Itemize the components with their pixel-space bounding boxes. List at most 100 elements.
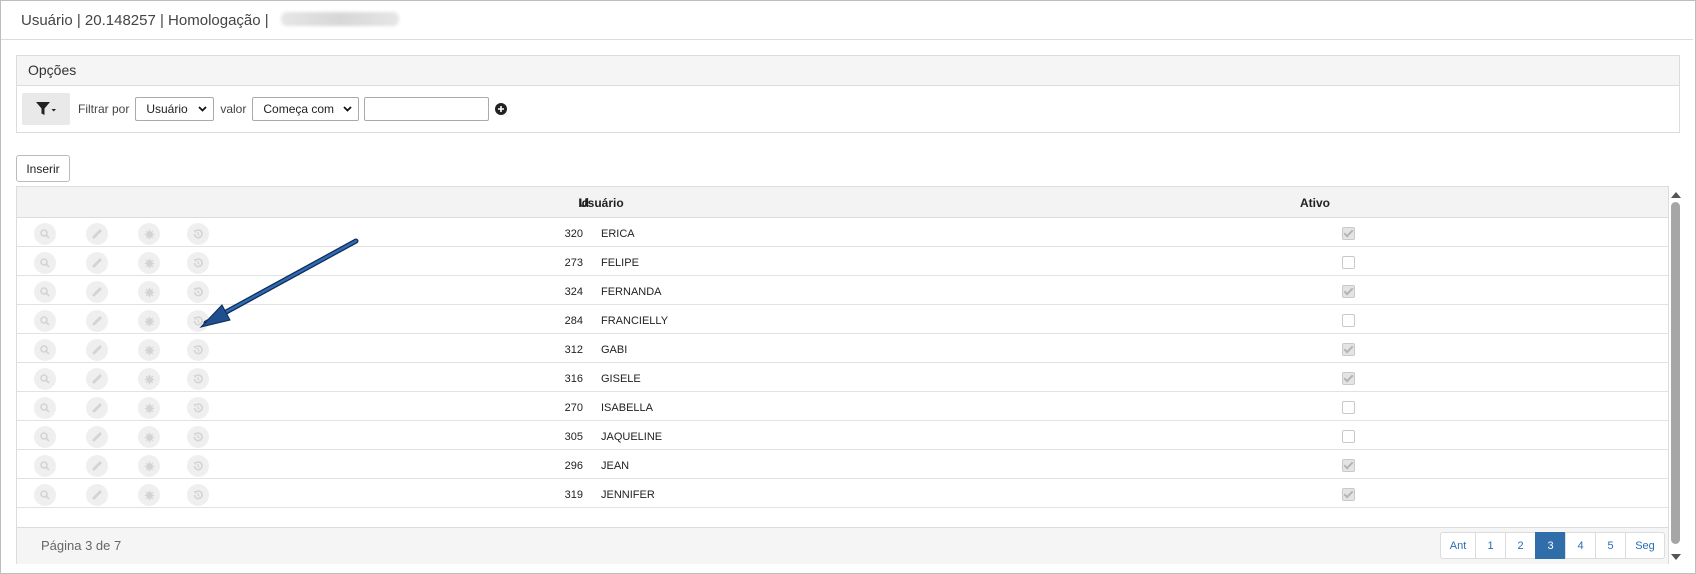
edit-icon <box>92 345 102 355</box>
history-button[interactable] <box>187 426 209 448</box>
edit-button[interactable] <box>86 252 108 274</box>
table-row[interactable]: 312 GABI <box>17 334 1668 363</box>
view-button[interactable] <box>34 397 56 419</box>
scroll-down-arrow[interactable] <box>1671 554 1681 560</box>
view-button[interactable] <box>34 339 56 361</box>
chevron-down-icon <box>343 106 352 112</box>
settings-button[interactable] <box>138 397 160 419</box>
table-row[interactable]: 273 FELIPE <box>17 247 1668 276</box>
edit-button[interactable] <box>86 455 108 477</box>
edit-button[interactable] <box>86 368 108 390</box>
edit-button[interactable] <box>86 339 108 361</box>
cell-id: 319 <box>564 489 583 501</box>
cell-id: 312 <box>564 344 583 356</box>
settings-button[interactable] <box>138 310 160 332</box>
view-button[interactable] <box>34 426 56 448</box>
active-checkbox[interactable] <box>1342 430 1355 443</box>
settings-button[interactable] <box>138 368 160 390</box>
pagination-prev[interactable]: Ant <box>1440 532 1476 559</box>
active-checkbox[interactable] <box>1342 343 1355 356</box>
search-icon <box>40 316 50 326</box>
edit-button[interactable] <box>86 397 108 419</box>
history-button[interactable] <box>187 397 209 419</box>
gear-icon <box>144 432 155 443</box>
history-button[interactable] <box>187 339 209 361</box>
column-header-active[interactable]: Ativo <box>1300 196 1330 210</box>
table-row[interactable]: 316 GISELE <box>17 363 1668 392</box>
history-button[interactable] <box>187 368 209 390</box>
settings-button[interactable] <box>138 455 160 477</box>
edit-button[interactable] <box>86 310 108 332</box>
gear-icon <box>144 461 155 472</box>
filter-value-input[interactable] <box>364 97 490 121</box>
filter-field-select[interactable]: Usuário <box>135 97 215 121</box>
plus-circle-icon <box>495 103 508 115</box>
history-button[interactable] <box>187 484 209 506</box>
pagination-page[interactable]: 4 <box>1565 532 1596 559</box>
settings-button[interactable] <box>138 252 160 274</box>
pagination-next[interactable]: Seg <box>1625 532 1665 559</box>
filter-condition-select[interactable]: Começa com <box>252 97 360 121</box>
active-checkbox[interactable] <box>1342 227 1355 240</box>
active-checkbox[interactable] <box>1342 314 1355 327</box>
active-checkbox[interactable] <box>1342 372 1355 385</box>
view-button[interactable] <box>34 368 56 390</box>
view-button[interactable] <box>34 310 56 332</box>
active-checkbox[interactable] <box>1342 401 1355 414</box>
history-icon <box>192 460 204 472</box>
view-button[interactable] <box>34 223 56 245</box>
settings-button[interactable] <box>138 223 160 245</box>
scroll-up-arrow[interactable] <box>1671 192 1681 198</box>
active-checkbox[interactable] <box>1342 256 1355 269</box>
active-checkbox[interactable] <box>1342 285 1355 298</box>
view-button[interactable] <box>34 252 56 274</box>
edit-button[interactable] <box>86 426 108 448</box>
history-button[interactable] <box>187 310 209 332</box>
pagination-page[interactable]: 5 <box>1595 532 1626 559</box>
table-row[interactable]: 319 JENNIFER <box>17 479 1668 508</box>
add-filter-button[interactable] <box>495 103 508 115</box>
edit-icon <box>92 229 102 239</box>
table-row[interactable]: 320 ERICA <box>17 218 1668 247</box>
history-button[interactable] <box>187 455 209 477</box>
pagination-page[interactable]: 1 <box>1475 532 1506 559</box>
edit-button[interactable] <box>86 484 108 506</box>
history-button[interactable] <box>187 252 209 274</box>
edit-button[interactable] <box>86 223 108 245</box>
table-row[interactable]: 296 JEAN <box>17 450 1668 479</box>
active-checkbox[interactable] <box>1342 459 1355 472</box>
table-row[interactable]: 305 JAQUELINE <box>17 421 1668 450</box>
pagination-page[interactable]: 2 <box>1505 532 1536 559</box>
cell-user: GABI <box>601 344 628 356</box>
pagination-page-current[interactable]: 3 <box>1535 532 1566 559</box>
insert-button[interactable]: Inserir <box>16 155 70 182</box>
cell-user: JEAN <box>601 460 630 472</box>
settings-button[interactable] <box>138 339 160 361</box>
settings-button[interactable] <box>138 484 160 506</box>
history-button[interactable] <box>187 281 209 303</box>
vertical-scrollbar[interactable] <box>1669 186 1683 564</box>
active-checkbox[interactable] <box>1342 488 1355 501</box>
search-icon <box>40 374 50 384</box>
settings-button[interactable] <box>138 426 160 448</box>
view-button[interactable] <box>34 484 56 506</box>
scroll-thumb[interactable] <box>1671 202 1680 544</box>
settings-button[interactable] <box>138 281 160 303</box>
filter-dropdown-button[interactable] <box>22 93 70 125</box>
history-icon <box>192 286 204 298</box>
history-button[interactable] <box>187 223 209 245</box>
search-icon <box>40 490 50 500</box>
edit-button[interactable] <box>86 281 108 303</box>
view-button[interactable] <box>34 455 56 477</box>
table-row[interactable]: 324 FERNANDA <box>17 276 1668 305</box>
cell-id: 305 <box>564 431 583 443</box>
edit-icon <box>92 432 102 442</box>
cell-id: 284 <box>564 315 583 327</box>
gear-icon <box>144 403 155 414</box>
table-row[interactable]: 270 ISABELLA <box>17 392 1668 421</box>
column-header-user[interactable]: Usuário <box>579 196 624 210</box>
history-icon <box>192 373 204 385</box>
table-row[interactable]: 284 FRANCIELLY <box>17 305 1668 334</box>
pagination: Ant 1 2 3 4 5 Seg <box>1440 532 1665 559</box>
view-button[interactable] <box>34 281 56 303</box>
